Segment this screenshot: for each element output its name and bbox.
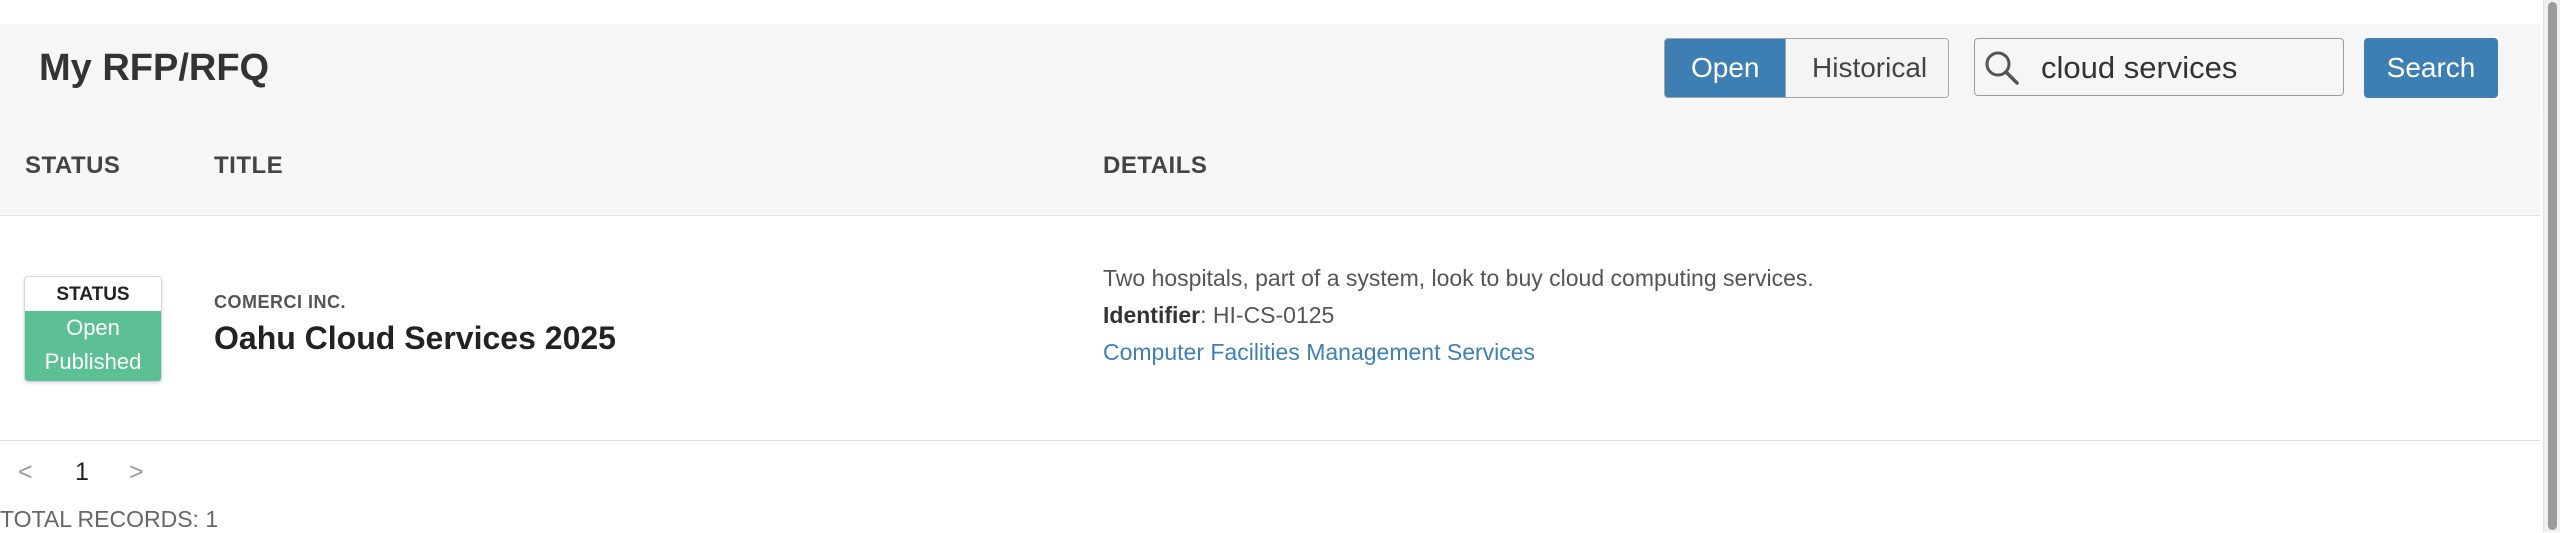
status-badge-label: STATUS: [25, 277, 161, 311]
status-badge: STATUS Open Published: [24, 276, 162, 382]
scrollbar-thumb[interactable]: [2548, 2, 2557, 530]
total-records: TOTAL RECORDS: 1: [0, 506, 219, 532]
vertical-scrollbar[interactable]: [2543, 0, 2560, 532]
status-badge-body: Open Published: [25, 311, 161, 381]
search-input[interactable]: [2039, 39, 2333, 97]
identifier-label: Identifier: [1103, 302, 1201, 328]
identifier-value: : HI-CS-0125: [1200, 302, 1335, 328]
open-historical-toggle: Open Historical: [1664, 38, 1949, 98]
next-page-button[interactable]: >: [129, 458, 144, 487]
search-box: [1974, 38, 2344, 97]
pagination: < 1 >: [0, 454, 300, 494]
category-link[interactable]: Computer Facilities Management Services: [1103, 339, 1535, 365]
category-line: Computer Facilities Management Services: [1103, 334, 1814, 371]
status-publish: Published: [44, 349, 142, 374]
top-strip: [0, 0, 2560, 24]
search-icon: [1985, 51, 2019, 85]
details-column-header: DETAILS: [1103, 152, 1208, 179]
prev-page-button[interactable]: <: [18, 458, 33, 487]
page-header: My RFP/RFQ Open Historical Search: [0, 24, 2540, 115]
open-toggle-button[interactable]: Open: [1665, 39, 1785, 97]
historical-toggle-button[interactable]: Historical: [1785, 39, 1948, 97]
details-cell: Two hospitals, part of a system, look to…: [1103, 260, 1814, 371]
description-text: Two hospitals, part of a system, look to…: [1103, 265, 1814, 291]
page-1-button[interactable]: 1: [75, 458, 89, 487]
column-header-row: STATUS TITLE DETAILS: [0, 114, 2540, 216]
identifier-line: Identifier: HI-CS-0125: [1103, 297, 1814, 334]
page-title: My RFP/RFQ: [39, 47, 270, 89]
organization-name: COMERCI INC.: [214, 292, 346, 312]
status-state: Open: [66, 315, 120, 340]
status-column-header: STATUS: [25, 152, 121, 179]
search-button[interactable]: Search: [2364, 38, 2498, 98]
rfp-title-link[interactable]: Oahu Cloud Services 2025: [214, 320, 616, 357]
title-column-header: TITLE: [214, 152, 284, 179]
table-row: STATUS Open Published COMERCI INC. Oahu …: [0, 216, 2540, 441]
